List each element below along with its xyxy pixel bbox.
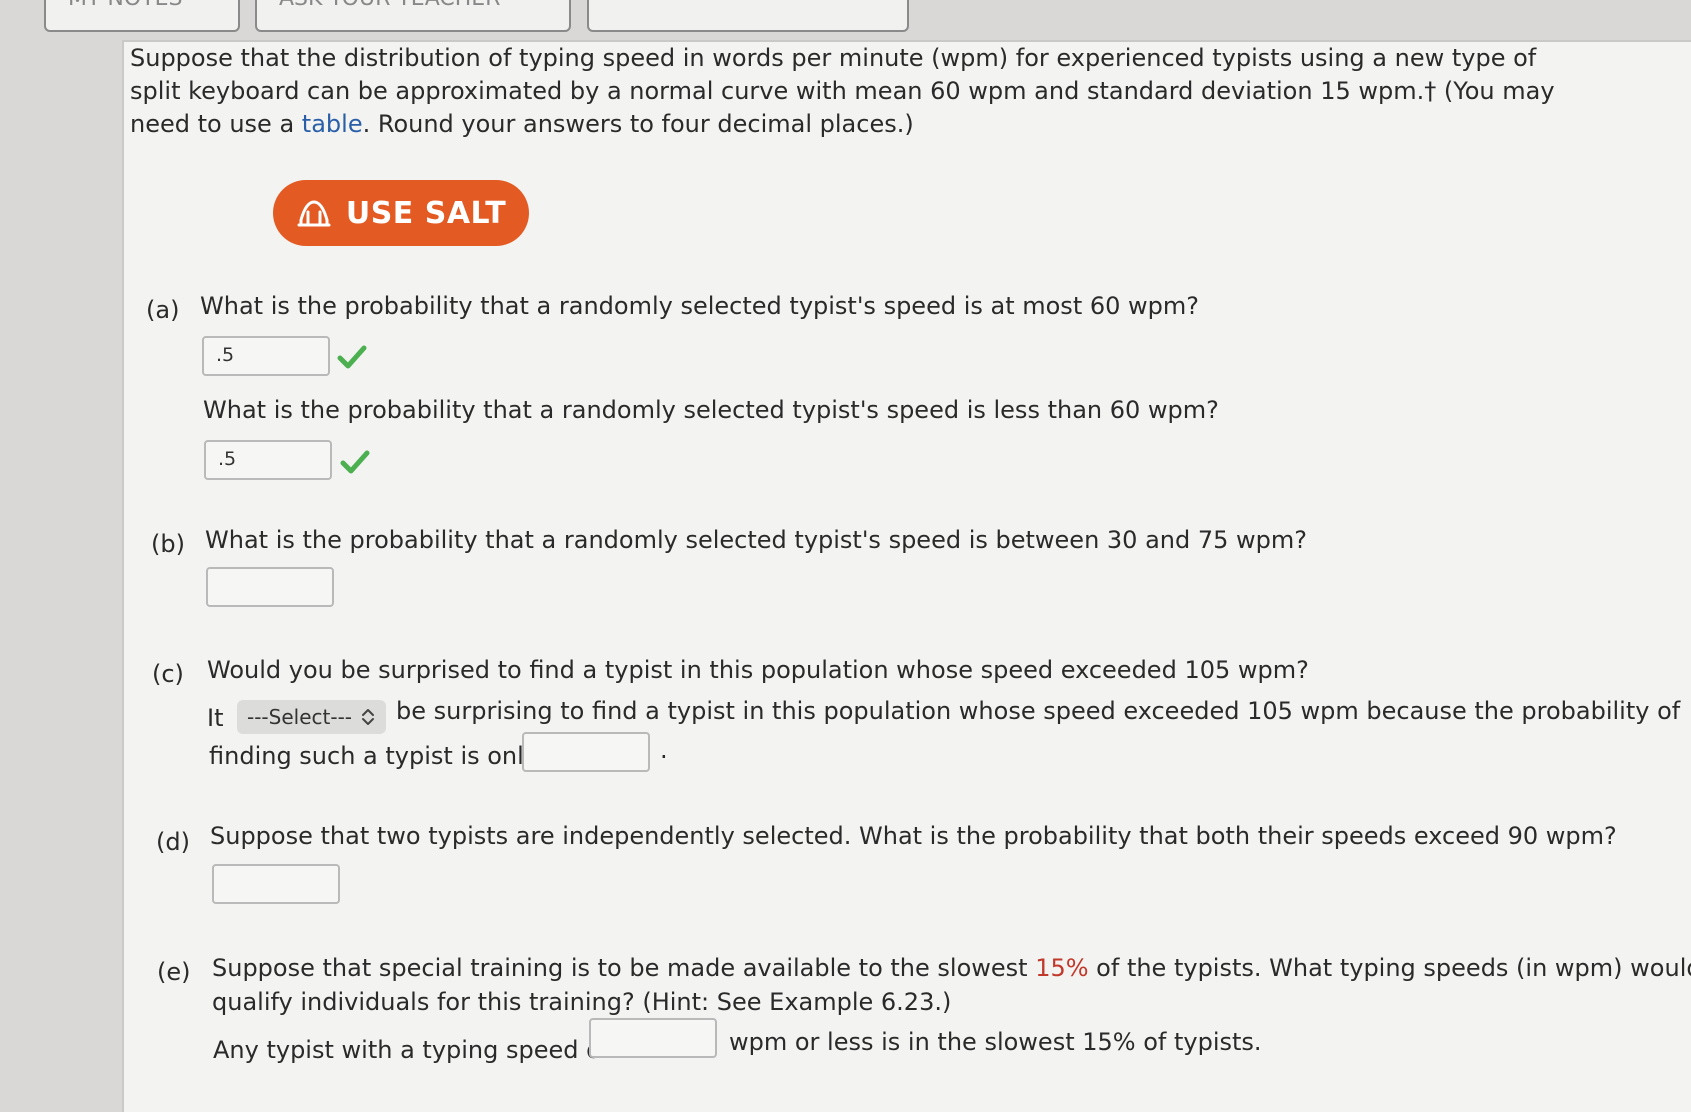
part-d-answer[interactable] [212,864,340,904]
part-c-sentence-end: finding such a typist is only [209,742,539,770]
part-e-question-pre: Suppose that special training is to be m… [212,954,1036,982]
part-e-answer[interactable] [589,1018,717,1058]
table-link[interactable]: table [302,110,363,138]
part-e-answer-pre: Any typist with a typing speed of [213,1036,610,1064]
part-d-letter: (d) [156,828,190,856]
check-icon [337,345,367,369]
part-e-percent: 15% [1035,954,1089,982]
problem-intro: Suppose that the distribution of typing … [130,42,1590,141]
use-salt-button[interactable]: USE SALT [273,180,529,246]
part-d-question: Suppose that two typists are independent… [210,822,1617,850]
part-c-sentence-mid: be surprising to find a typist in this p… [396,697,1681,725]
intro-tail: . Round your answers to four decimal pla… [362,110,914,138]
part-b-letter: (b) [151,530,185,558]
part-c-letter: (c) [152,660,184,688]
part-a-answer-2[interactable]: .5 [204,440,332,480]
part-a-letter: (a) [146,296,180,324]
part-c-period: . [660,736,668,764]
part-e-question-line2: qualify individuals for this training? (… [212,988,952,1016]
part-c-select[interactable]: ---Select--- [237,700,386,734]
updown-chevron-icon [362,709,374,725]
part-c-answer[interactable] [522,732,650,772]
ask-teacher-label: ASK YOUR TEACHER [279,0,500,11]
part-b-answer[interactable] [206,567,334,607]
salt-icon [297,200,331,227]
part-c-question: Would you be surprised to find a typist … [207,656,1309,684]
part-a-answer-1-value: .5 [216,344,235,366]
my-notes-label: MY NOTES [68,0,183,11]
part-a-question-2: What is the probability that a randomly … [203,396,1219,424]
ask-teacher-button[interactable]: ASK YOUR TEACHER [255,0,571,32]
part-c-select-value: ---Select--- [247,705,352,729]
check-icon [340,450,370,474]
part-e-letter: (e) [157,958,191,986]
part-e-question-post: of the typists. What typing speeds (in w… [1088,954,1691,982]
part-a-answer-2-value: .5 [218,448,237,470]
practice-button[interactable] [587,0,909,32]
part-a-answer-1[interactable]: .5 [202,336,330,376]
part-e-question: Suppose that special training is to be m… [212,954,1691,982]
use-salt-label: USE SALT [345,195,507,231]
part-e-answer-post: wpm or less is in the slowest 15% of typ… [729,1028,1262,1056]
part-b-question: What is the probability that a randomly … [205,526,1308,554]
part-a-question-1: What is the probability that a randomly … [200,292,1199,320]
my-notes-button[interactable]: MY NOTES [44,0,240,32]
part-c-sentence-start: It [207,704,224,732]
